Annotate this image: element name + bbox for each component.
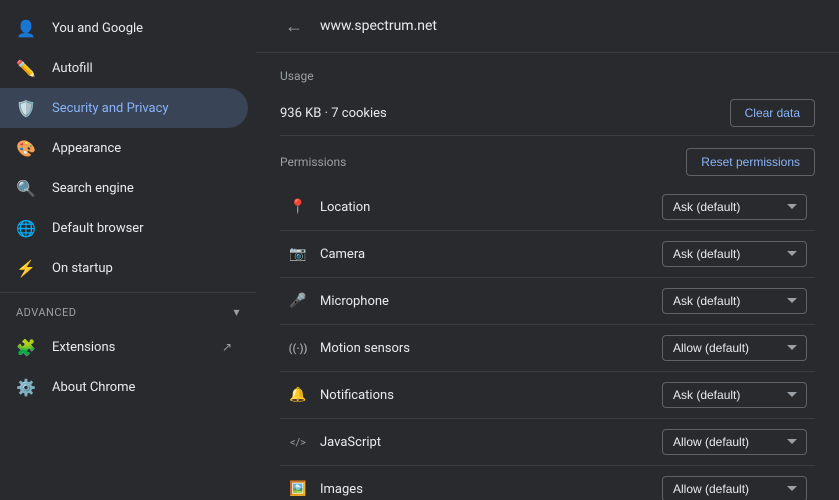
- advanced-label: Advanced: [16, 306, 77, 319]
- location-icon: 📍: [288, 197, 308, 217]
- search-icon: 🔍: [16, 178, 36, 198]
- motion-sensors-select[interactable]: Allow (default) Block: [662, 335, 807, 361]
- person-icon: 👤: [16, 18, 36, 38]
- sidebar-item-default-browser[interactable]: 🌐 Default browser: [0, 208, 248, 248]
- permission-row-microphone: 🎤 Microphone Ask (default) Allow Block: [280, 278, 815, 325]
- sidebar-item-label: On startup: [52, 261, 232, 276]
- sidebar-item-autofill[interactable]: ✏️ Autofill: [0, 48, 248, 88]
- permissions-header: Permissions Reset permissions: [280, 148, 815, 176]
- chevron-down-icon: ▾: [233, 305, 240, 319]
- usage-value: 936 KB · 7 cookies: [280, 106, 387, 121]
- javascript-select[interactable]: Allow (default) Block: [662, 429, 807, 455]
- sidebar-item-label: Autofill: [52, 61, 232, 76]
- location-select[interactable]: Ask (default) Allow Block: [662, 194, 807, 220]
- content-header: ← www.spectrum.net: [256, 0, 839, 53]
- sidebar-item-label: Extensions: [52, 340, 206, 355]
- reset-permissions-button[interactable]: Reset permissions: [686, 148, 815, 176]
- sidebar-item-label: You and Google: [52, 21, 232, 36]
- notifications-select[interactable]: Ask (default) Allow Block: [662, 382, 807, 408]
- sidebar-item-extensions[interactable]: 🧩 Extensions ↗: [0, 327, 248, 367]
- sidebar-divider: [0, 292, 256, 293]
- back-button[interactable]: ←: [280, 12, 308, 40]
- permission-name: Images: [320, 482, 650, 497]
- permission-row-motion-sensors: ((·)) Motion sensors Allow (default) Blo…: [280, 325, 815, 372]
- permission-row-location: 📍 Location Ask (default) Allow Block: [280, 184, 815, 231]
- sidebar-item-label: About Chrome: [52, 380, 232, 395]
- microphone-select[interactable]: Ask (default) Allow Block: [662, 288, 807, 314]
- sidebar-item-label: Search engine: [52, 181, 232, 196]
- clear-data-button[interactable]: Clear data: [730, 99, 815, 127]
- site-url: www.spectrum.net: [320, 18, 437, 34]
- sidebar-item-label: Appearance: [52, 141, 232, 156]
- permission-name: Location: [320, 200, 650, 215]
- permission-name: Notifications: [320, 388, 650, 403]
- browser-icon: 🌐: [16, 218, 36, 238]
- main-content: ← www.spectrum.net Usage 936 KB · 7 cook…: [256, 0, 839, 500]
- sidebar-item-about-chrome[interactable]: ⚙️ About Chrome: [0, 367, 248, 407]
- sidebar-item-label: Default browser: [52, 221, 232, 236]
- usage-row: 936 KB · 7 cookies Clear data: [280, 91, 815, 136]
- shield-icon: 🛡️: [16, 98, 36, 118]
- javascript-icon: </>: [288, 432, 308, 452]
- sidebar: 👤 You and Google ✏️ Autofill 🛡️ Security…: [0, 0, 256, 500]
- back-arrow-icon: ←: [285, 16, 303, 37]
- camera-select[interactable]: Ask (default) Allow Block: [662, 241, 807, 267]
- notifications-icon: 🔔: [288, 385, 308, 405]
- images-icon: 🖼️: [288, 479, 308, 499]
- extensions-icon: 🧩: [16, 337, 36, 357]
- sidebar-item-label: Security and Privacy: [52, 101, 232, 116]
- appearance-icon: 🎨: [16, 138, 36, 158]
- permission-row-javascript: </> JavaScript Allow (default) Block: [280, 419, 815, 466]
- permission-name: Camera: [320, 247, 650, 262]
- content-body: Usage 936 KB · 7 cookies Clear data Perm…: [256, 53, 839, 500]
- permission-row-images: 🖼️ Images Allow (default) Block: [280, 466, 815, 500]
- sidebar-item-appearance[interactable]: 🎨 Appearance: [0, 128, 248, 168]
- motion-sensors-icon: ((·)): [288, 338, 308, 358]
- sidebar-item-security-privacy[interactable]: 🛡️ Security and Privacy: [0, 88, 248, 128]
- usage-section-label: Usage: [280, 69, 815, 83]
- gear-icon: ⚙️: [16, 377, 36, 397]
- sidebar-item-you-and-google[interactable]: 👤 You and Google: [0, 8, 248, 48]
- startup-icon: ⚡: [16, 258, 36, 278]
- microphone-icon: 🎤: [288, 291, 308, 311]
- sidebar-item-on-startup[interactable]: ⚡ On startup: [0, 248, 248, 288]
- sidebar-item-search-engine[interactable]: 🔍 Search engine: [0, 168, 248, 208]
- advanced-section[interactable]: Advanced ▾: [0, 297, 256, 327]
- permission-name: Motion sensors: [320, 341, 650, 356]
- permission-name: JavaScript: [320, 435, 650, 450]
- permission-row-camera: 📷 Camera Ask (default) Allow Block: [280, 231, 815, 278]
- images-select[interactable]: Allow (default) Block: [662, 476, 807, 500]
- permission-name: Microphone: [320, 294, 650, 309]
- permission-row-notifications: 🔔 Notifications Ask (default) Allow Bloc…: [280, 372, 815, 419]
- autofill-icon: ✏️: [16, 58, 36, 78]
- external-link-icon: ↗: [222, 340, 232, 354]
- camera-icon: 📷: [288, 244, 308, 264]
- permissions-label: Permissions: [280, 155, 346, 169]
